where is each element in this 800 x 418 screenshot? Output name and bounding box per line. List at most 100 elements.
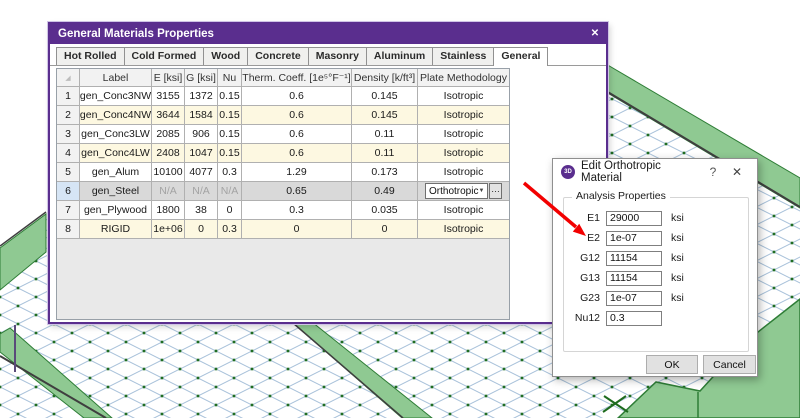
cell-e[interactable]: 10100 bbox=[152, 163, 185, 182]
cell-label[interactable]: gen_Steel bbox=[80, 182, 152, 201]
cell-e[interactable]: 1800 bbox=[152, 201, 185, 220]
cell-e[interactable]: 2085 bbox=[152, 125, 185, 144]
cell-plate-methodology[interactable]: Isotropic bbox=[418, 220, 509, 239]
cell-nu[interactable]: 0.3 bbox=[218, 220, 242, 239]
cell-g[interactable]: 4077 bbox=[185, 163, 218, 182]
cell-therm-coeff[interactable]: 0 bbox=[242, 220, 352, 239]
tab-masonry[interactable]: Masonry bbox=[308, 47, 367, 65]
cell-g[interactable]: 1047 bbox=[185, 144, 218, 163]
cell-plate-methodology[interactable]: Orthotropic▼… bbox=[418, 182, 509, 201]
cell-e[interactable]: 2408 bbox=[152, 144, 185, 163]
tab-hot-rolled[interactable]: Hot Rolled bbox=[56, 47, 125, 65]
property-row-e2: E2ksi bbox=[564, 228, 748, 248]
property-input-g13[interactable] bbox=[606, 271, 662, 286]
group-title: Analysis Properties bbox=[572, 190, 670, 202]
cell-label[interactable]: gen_Conc4NW bbox=[80, 106, 152, 125]
cell-label[interactable]: gen_Conc3NW bbox=[80, 87, 152, 106]
row-number[interactable]: 2 bbox=[57, 106, 80, 125]
cell-plate-methodology[interactable]: Isotropic bbox=[418, 163, 509, 182]
row-number[interactable]: 1 bbox=[57, 87, 80, 106]
cell-nu[interactable]: 0.3 bbox=[218, 163, 242, 182]
cell-nu[interactable]: 0.15 bbox=[218, 106, 242, 125]
cell-density[interactable]: 0.11 bbox=[352, 144, 418, 163]
tab-cold-formed[interactable]: Cold Formed bbox=[124, 47, 205, 65]
property-row-nu12: Nu12 bbox=[564, 308, 748, 328]
cancel-button[interactable]: Cancel bbox=[703, 355, 756, 374]
cell-plate-methodology[interactable]: Isotropic bbox=[418, 125, 509, 144]
tab-stainless[interactable]: Stainless bbox=[432, 47, 494, 65]
property-input-e1[interactable] bbox=[606, 211, 662, 226]
cell-nu[interactable]: 0 bbox=[218, 201, 242, 220]
cell-g[interactable]: 1372 bbox=[185, 87, 218, 106]
column-header[interactable]: Label bbox=[80, 69, 152, 87]
cell-density[interactable]: 0.173 bbox=[352, 163, 418, 182]
cell-therm-coeff[interactable]: 0.6 bbox=[242, 144, 352, 163]
table-header-row: ◢LabelE [ksi]G [ksi]NuTherm. Coeff. [1e⁵… bbox=[57, 69, 509, 87]
cell-e[interactable]: 1e+06 bbox=[152, 220, 185, 239]
property-input-e2[interactable] bbox=[606, 231, 662, 246]
column-header[interactable]: Nu bbox=[218, 69, 242, 87]
table-row: 7gen_Plywood18003800.30.035Isotropic bbox=[57, 201, 509, 220]
column-header[interactable]: E [ksi] bbox=[152, 69, 185, 87]
cell-density[interactable]: 0.11 bbox=[352, 125, 418, 144]
column-header[interactable]: G [ksi] bbox=[185, 69, 218, 87]
cell-plate-methodology[interactable]: Isotropic bbox=[418, 201, 509, 220]
cell-therm-coeff[interactable]: 1.29 bbox=[242, 163, 352, 182]
cell-e[interactable]: N/A bbox=[152, 182, 185, 201]
row-number[interactable]: 6 bbox=[57, 182, 80, 201]
row-number[interactable]: 4 bbox=[57, 144, 80, 163]
cell-label[interactable]: gen_Alum bbox=[80, 163, 152, 182]
cell-density[interactable]: 0.49 bbox=[352, 182, 418, 201]
column-header[interactable]: Density [k/ft³] bbox=[352, 69, 418, 87]
cell-therm-coeff[interactable]: 0.6 bbox=[242, 87, 352, 106]
cell-g[interactable]: 38 bbox=[185, 201, 218, 220]
cell-density[interactable]: 0.145 bbox=[352, 106, 418, 125]
help-icon[interactable]: ? bbox=[701, 165, 725, 179]
tab-wood[interactable]: Wood bbox=[203, 47, 248, 65]
edit-orthotropic-material-dialog: 3D Edit Orthotropic Material ? ✕ Analysi… bbox=[552, 158, 758, 377]
cell-g[interactable]: N/A bbox=[185, 182, 218, 201]
cell-nu[interactable]: 0.15 bbox=[218, 144, 242, 163]
cell-nu[interactable]: 0.15 bbox=[218, 125, 242, 144]
cell-label[interactable]: gen_Conc3LW bbox=[80, 125, 152, 144]
cell-therm-coeff[interactable]: 0.6 bbox=[242, 125, 352, 144]
cell-plate-methodology[interactable]: Isotropic bbox=[418, 144, 509, 163]
cell-density[interactable]: 0 bbox=[352, 220, 418, 239]
property-input-g23[interactable] bbox=[606, 291, 662, 306]
cell-e[interactable]: 3155 bbox=[152, 87, 185, 106]
cell-label[interactable]: gen_Conc4LW bbox=[80, 144, 152, 163]
row-number[interactable]: 7 bbox=[57, 201, 80, 220]
cell-density[interactable]: 0.145 bbox=[352, 87, 418, 106]
cell-label[interactable]: gen_Plywood bbox=[80, 201, 152, 220]
cell-nu[interactable]: N/A bbox=[218, 182, 242, 201]
cell-e[interactable]: 3644 bbox=[152, 106, 185, 125]
row-number[interactable]: 5 bbox=[57, 163, 80, 182]
ok-button[interactable]: OK bbox=[646, 355, 698, 374]
select-all-corner[interactable]: ◢ bbox=[57, 69, 80, 87]
row-number[interactable]: 3 bbox=[57, 125, 80, 144]
cell-g[interactable]: 0 bbox=[185, 220, 218, 239]
column-header[interactable]: Therm. Coeff. [1e⁵°F⁻¹] bbox=[242, 69, 352, 87]
close-icon[interactable]: ✕ bbox=[584, 24, 606, 44]
cell-density[interactable]: 0.035 bbox=[352, 201, 418, 220]
cell-therm-coeff[interactable]: 0.3 bbox=[242, 201, 352, 220]
tab-concrete[interactable]: Concrete bbox=[247, 47, 309, 65]
cell-g[interactable]: 1584 bbox=[185, 106, 218, 125]
cell-label[interactable]: RIGID bbox=[80, 220, 152, 239]
column-header[interactable]: Plate Methodology bbox=[418, 69, 509, 87]
property-input-g12[interactable] bbox=[606, 251, 662, 266]
cell-plate-methodology[interactable]: Isotropic bbox=[418, 87, 509, 106]
plate-methodology-dropdown[interactable]: Orthotropic▼ bbox=[425, 183, 488, 199]
close-icon[interactable]: ✕ bbox=[725, 165, 749, 179]
row-number[interactable]: 8 bbox=[57, 220, 80, 239]
cell-g[interactable]: 906 bbox=[185, 125, 218, 144]
tab-general[interactable]: General bbox=[493, 47, 548, 66]
edit-material-ellipsis-button[interactable]: … bbox=[489, 183, 502, 199]
cell-therm-coeff[interactable]: 0.65 bbox=[242, 182, 352, 201]
cell-plate-methodology[interactable]: Isotropic bbox=[418, 106, 509, 125]
cell-nu[interactable]: 0.15 bbox=[218, 87, 242, 106]
property-input-nu12[interactable] bbox=[606, 311, 662, 326]
property-row-e1: E1ksi bbox=[564, 208, 748, 228]
cell-therm-coeff[interactable]: 0.6 bbox=[242, 106, 352, 125]
tab-aluminum[interactable]: Aluminum bbox=[366, 47, 433, 65]
